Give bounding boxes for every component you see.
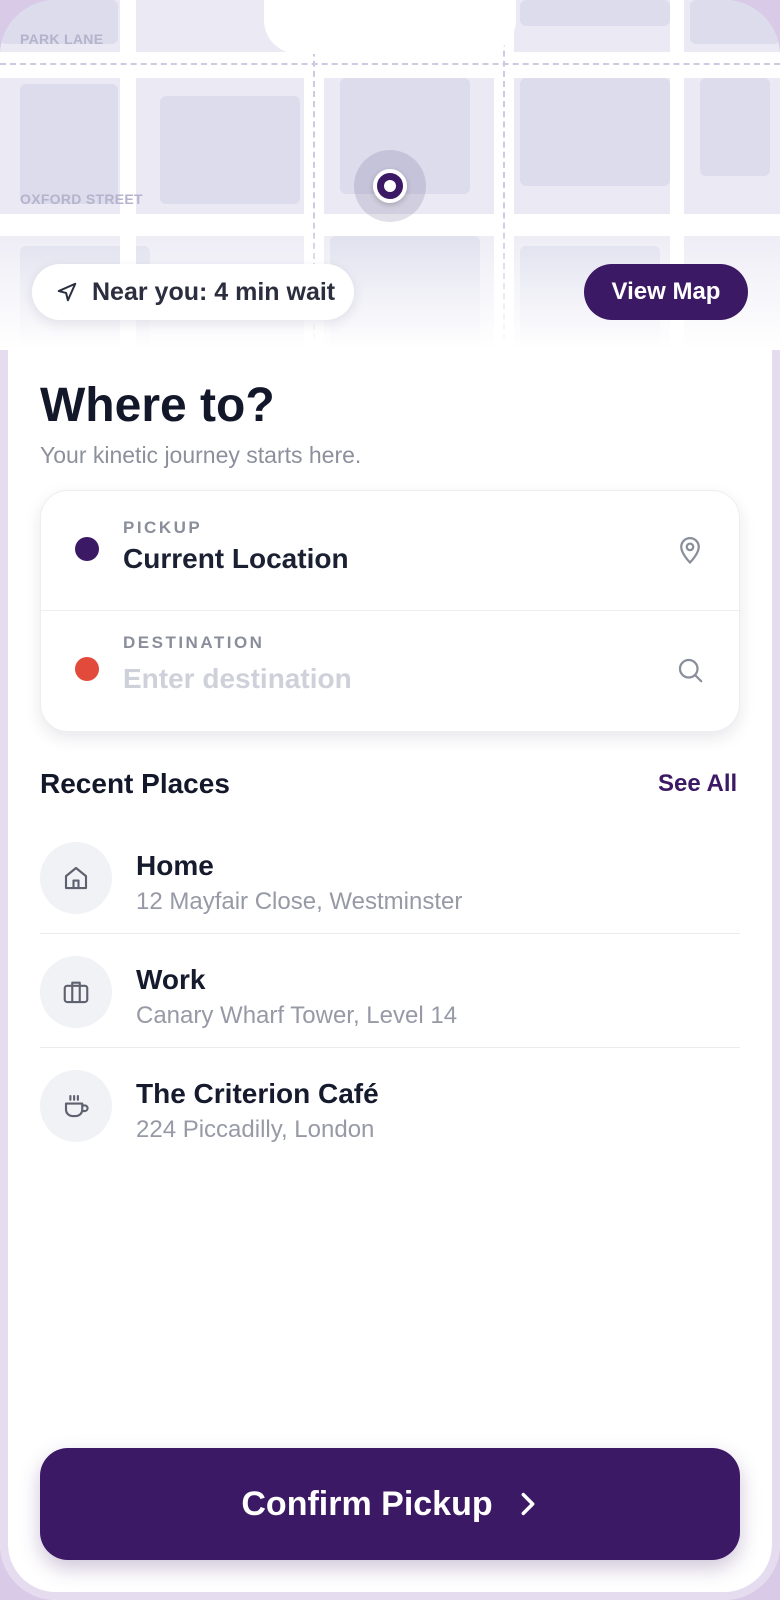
pickup-value: Current Location bbox=[123, 543, 349, 574]
destination-label: DESTINATION bbox=[123, 633, 265, 652]
view-map-button[interactable]: View Map bbox=[584, 264, 748, 320]
destination-dot bbox=[75, 657, 99, 681]
street-label-park-lane: PARK LANE bbox=[20, 31, 104, 47]
recent-place-item[interactable]: Work Canary Wharf Tower, Level 14 bbox=[40, 934, 740, 1048]
road-park-lane bbox=[0, 52, 780, 78]
recent-places-title: Recent Places bbox=[40, 768, 230, 799]
place-address: 12 Mayfair Close, Westminster bbox=[136, 888, 463, 915]
wait-time-badge: Near you: 4 min wait bbox=[32, 264, 354, 320]
see-all-link[interactable]: See All bbox=[658, 770, 737, 798]
map-block bbox=[690, 0, 780, 44]
search-icon[interactable] bbox=[675, 655, 705, 685]
map-block bbox=[700, 78, 770, 176]
coffee-cup-icon bbox=[64, 1094, 89, 1118]
app-screen: PARK LANE OXFORD STREET Near you: 4 min … bbox=[0, 0, 780, 1600]
location-card: PICKUP Current Location DESTINATION bbox=[40, 490, 741, 732]
device-notch bbox=[264, 0, 516, 54]
map-block bbox=[520, 78, 670, 186]
confirm-pickup-label: Confirm Pickup bbox=[241, 1484, 493, 1523]
lane-marking bbox=[0, 63, 780, 65]
place-name: Home bbox=[136, 850, 214, 881]
map-block bbox=[520, 0, 670, 26]
place-name: The Criterion Café bbox=[136, 1078, 379, 1109]
recent-place-item[interactable]: Home 12 Mayfair Close, Westminster bbox=[40, 820, 740, 934]
pickup-field[interactable]: PICKUP Current Location bbox=[41, 491, 741, 611]
pickup-label: PICKUP bbox=[123, 518, 203, 537]
page-title: Where to? bbox=[40, 379, 275, 432]
place-icon-wrap bbox=[40, 842, 112, 914]
pickup-dot bbox=[75, 537, 99, 561]
place-address: Canary Wharf Tower, Level 14 bbox=[136, 1002, 458, 1029]
place-icon-wrap bbox=[40, 956, 112, 1028]
recent-place-item[interactable]: The Criterion Café 224 Piccadilly, Londo… bbox=[40, 1048, 740, 1162]
place-icon-wrap bbox=[40, 1070, 112, 1142]
briefcase-icon bbox=[63, 981, 89, 1004]
confirm-pickup-button[interactable]: Confirm Pickup bbox=[40, 1448, 740, 1560]
current-location-pin-icon[interactable] bbox=[373, 169, 407, 203]
map-block bbox=[160, 96, 300, 204]
home-icon bbox=[64, 866, 88, 890]
chevron-right-icon bbox=[521, 1492, 535, 1516]
map-pin-icon[interactable] bbox=[675, 534, 705, 566]
destination-input[interactable] bbox=[123, 663, 623, 695]
navigation-arrow-icon bbox=[57, 282, 77, 302]
place-address: 224 Piccadilly, London bbox=[136, 1116, 375, 1143]
wait-time-text: Near you: 4 min wait bbox=[92, 277, 336, 306]
map-block bbox=[20, 84, 118, 204]
page-subtitle: Your kinetic journey starts here. bbox=[40, 442, 362, 468]
place-name: Work bbox=[136, 964, 206, 995]
street-label-oxford-street: OXFORD STREET bbox=[20, 191, 143, 207]
destination-field[interactable]: DESTINATION bbox=[41, 611, 741, 731]
